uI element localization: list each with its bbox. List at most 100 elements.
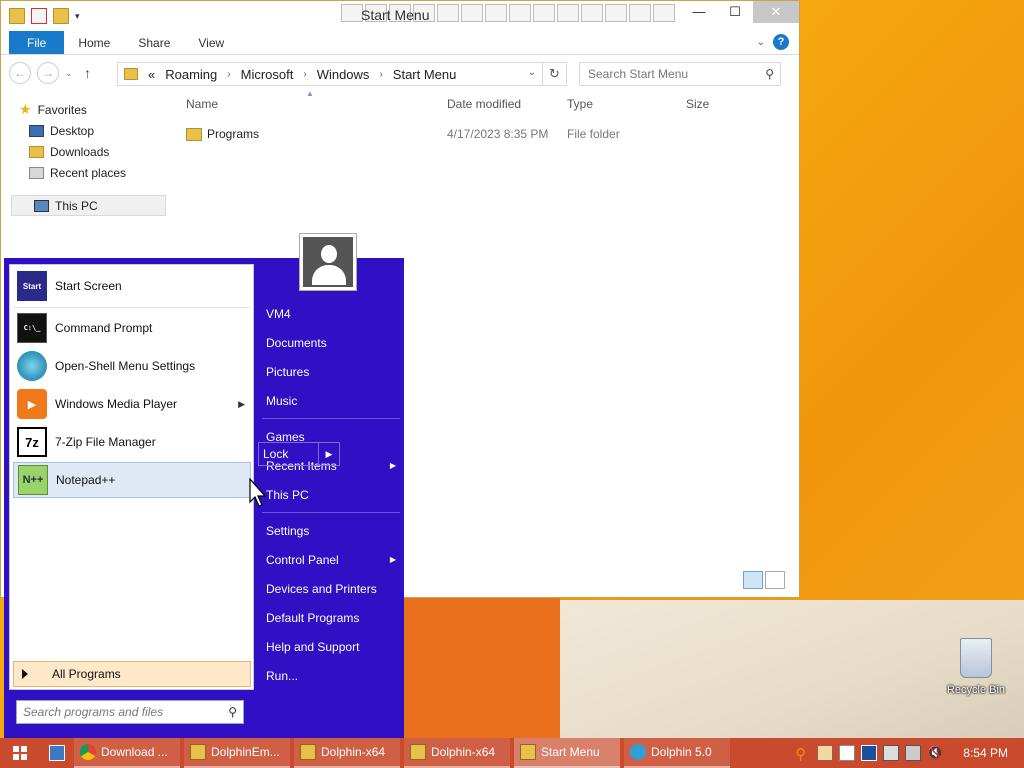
search-icon[interactable]: ⚲ xyxy=(765,63,774,85)
lock-button[interactable]: Lock ▶ xyxy=(258,442,340,466)
settings-tray-icon[interactable] xyxy=(883,745,900,761)
chevron-right-icon[interactable]: › xyxy=(303,69,306,80)
help-icon[interactable]: ? xyxy=(773,34,789,50)
place-devices-printers[interactable]: Devices and Printers xyxy=(266,578,400,600)
place-run[interactable]: Run... xyxy=(266,665,400,687)
up-button[interactable]: ↑ xyxy=(79,65,97,81)
clock[interactable]: 8:54 PM xyxy=(963,746,1008,760)
close-button[interactable]: ✕ xyxy=(753,1,799,23)
tool-icon[interactable] xyxy=(533,4,555,22)
large-icons-view-icon[interactable] xyxy=(765,571,785,589)
address-bar[interactable]: « Roaming › Microsoft › Windows › Start … xyxy=(117,62,567,86)
title-bar[interactable]: ▾ Start Menu — ☐ ✕ xyxy=(1,1,799,31)
tool-icon[interactable] xyxy=(629,4,651,22)
tool-icon[interactable] xyxy=(581,4,603,22)
tool-icon[interactable] xyxy=(341,4,363,22)
place-settings[interactable]: Settings xyxy=(266,520,400,542)
tool-icon[interactable] xyxy=(557,4,579,22)
tab-home[interactable]: Home xyxy=(64,31,124,54)
maximize-button[interactable]: ☐ xyxy=(717,1,753,23)
column-date[interactable]: Date modified xyxy=(447,97,521,111)
magnifier-icon[interactable]: ⚲ xyxy=(795,745,811,763)
details-view-icon[interactable] xyxy=(743,571,763,589)
back-button[interactable]: ← xyxy=(9,62,31,84)
start-item-command-prompt[interactable]: C:\_ Command Prompt xyxy=(13,310,251,346)
start-item-open-shell-settings[interactable]: Open-Shell Menu Settings xyxy=(13,348,251,384)
nav-label: Desktop xyxy=(50,123,95,138)
shutdown-options-icon[interactable]: ▶ xyxy=(319,449,339,460)
network-icon[interactable] xyxy=(905,745,922,761)
tool-icon[interactable] xyxy=(653,4,675,22)
tool-icon[interactable] xyxy=(485,4,507,22)
place-pictures[interactable]: Pictures xyxy=(266,361,400,383)
minimize-button[interactable]: — xyxy=(681,1,717,23)
action-center-icon[interactable] xyxy=(839,745,856,761)
breadcrumb-microsoft[interactable]: Microsoft xyxy=(241,67,294,82)
taskbar-label: DolphinEm... xyxy=(211,745,280,759)
lock-label[interactable]: Lock xyxy=(259,443,319,465)
nav-recent-places[interactable]: Recent places xyxy=(11,162,166,183)
taskbar-item[interactable]: Dolphin-x64 xyxy=(294,738,400,768)
recycle-bin[interactable]: Recycle Bin xyxy=(944,638,1008,696)
navigation-pane: ★ Favorites Desktop Downloads Recent pla… xyxy=(11,99,166,216)
nav-desktop[interactable]: Desktop xyxy=(11,120,166,141)
start-search-input[interactable]: Search programs and files ⚲ xyxy=(16,700,244,724)
qat-dropdown-icon[interactable]: ▾ xyxy=(75,11,80,22)
taskbar-item[interactable]: Download ... xyxy=(74,738,180,768)
column-type[interactable]: Type xyxy=(567,97,593,111)
taskbar-item[interactable]: Dolphin-x64 xyxy=(404,738,510,768)
search-input[interactable]: Search Start Menu ⚲ xyxy=(579,62,781,86)
recent-locations-icon[interactable]: ⌄ xyxy=(65,68,73,79)
start-item-7zip[interactable]: 7z 7-Zip File Manager xyxy=(13,424,251,460)
column-size[interactable]: Size xyxy=(686,97,709,111)
nav-favorites[interactable]: ★ Favorites xyxy=(11,99,166,120)
tool-icon[interactable] xyxy=(461,4,483,22)
tool-icon[interactable] xyxy=(437,4,459,22)
taskbar-item[interactable]: Start Menu xyxy=(514,738,620,768)
place-vm4[interactable]: VM4 xyxy=(266,303,400,325)
nav-downloads[interactable]: Downloads xyxy=(11,141,166,162)
tool-icon[interactable] xyxy=(509,4,531,22)
tab-file[interactable]: File xyxy=(9,31,65,54)
display-icon[interactable] xyxy=(861,745,878,761)
breadcrumb-start-menu[interactable]: Start Menu xyxy=(393,67,457,82)
start-item-windows-media-player[interactable]: ▶ Windows Media Player ▶ xyxy=(13,386,251,422)
breadcrumb-roaming[interactable]: Roaming xyxy=(165,67,217,82)
taskbar-item[interactable]: DolphinEm... xyxy=(184,738,290,768)
forward-button[interactable]: → xyxy=(37,62,59,84)
pinned-app[interactable] xyxy=(40,738,74,768)
chevron-right-icon[interactable]: › xyxy=(379,69,382,80)
chevron-right-icon[interactable]: › xyxy=(227,69,230,80)
taskbar-item[interactable]: Dolphin 5.0 xyxy=(624,738,730,768)
tab-view[interactable]: View xyxy=(184,31,238,54)
place-control-panel[interactable]: Control Panel ▶ xyxy=(266,549,400,571)
all-programs-button[interactable]: All Programs xyxy=(13,661,251,687)
tool-icon[interactable] xyxy=(605,4,627,22)
nav-this-pc[interactable]: This PC xyxy=(11,195,166,216)
address-overflow[interactable]: « xyxy=(148,67,155,82)
file-row[interactable]: Programs 4/17/2023 8:35 PM File folder xyxy=(186,125,776,145)
properties-icon[interactable] xyxy=(31,8,47,24)
user-avatar[interactable] xyxy=(299,233,357,291)
place-music[interactable]: Music xyxy=(266,390,400,412)
search-icon[interactable]: ⚲ xyxy=(228,701,237,723)
place-this-pc[interactable]: This PC xyxy=(266,484,400,506)
expand-ribbon-icon[interactable]: ⌄ xyxy=(757,37,765,48)
volume-muted-icon[interactable]: 🔇 xyxy=(927,745,943,761)
column-name[interactable]: Name xyxy=(186,97,218,111)
refresh-button[interactable]: ↻ xyxy=(542,63,566,85)
app-tray-icon[interactable] xyxy=(817,745,834,761)
folder-icon[interactable] xyxy=(9,8,25,24)
dolphin-icon xyxy=(630,744,646,760)
breadcrumb-windows[interactable]: Windows xyxy=(317,67,370,82)
place-default-programs[interactable]: Default Programs xyxy=(266,607,400,629)
place-documents[interactable]: Documents xyxy=(266,332,400,354)
place-help-support[interactable]: Help and Support xyxy=(266,636,400,658)
tab-share[interactable]: Share xyxy=(124,31,184,54)
start-item-notepadpp[interactable]: N++ Notepad++ xyxy=(13,462,251,498)
start-item-start-screen[interactable]: Start Start Screen xyxy=(13,268,251,304)
chevron-down-icon[interactable]: ⌄ xyxy=(528,67,536,78)
cmd-icon: C:\_ xyxy=(17,313,47,343)
new-folder-icon[interactable] xyxy=(53,8,69,24)
start-button[interactable] xyxy=(0,738,40,768)
